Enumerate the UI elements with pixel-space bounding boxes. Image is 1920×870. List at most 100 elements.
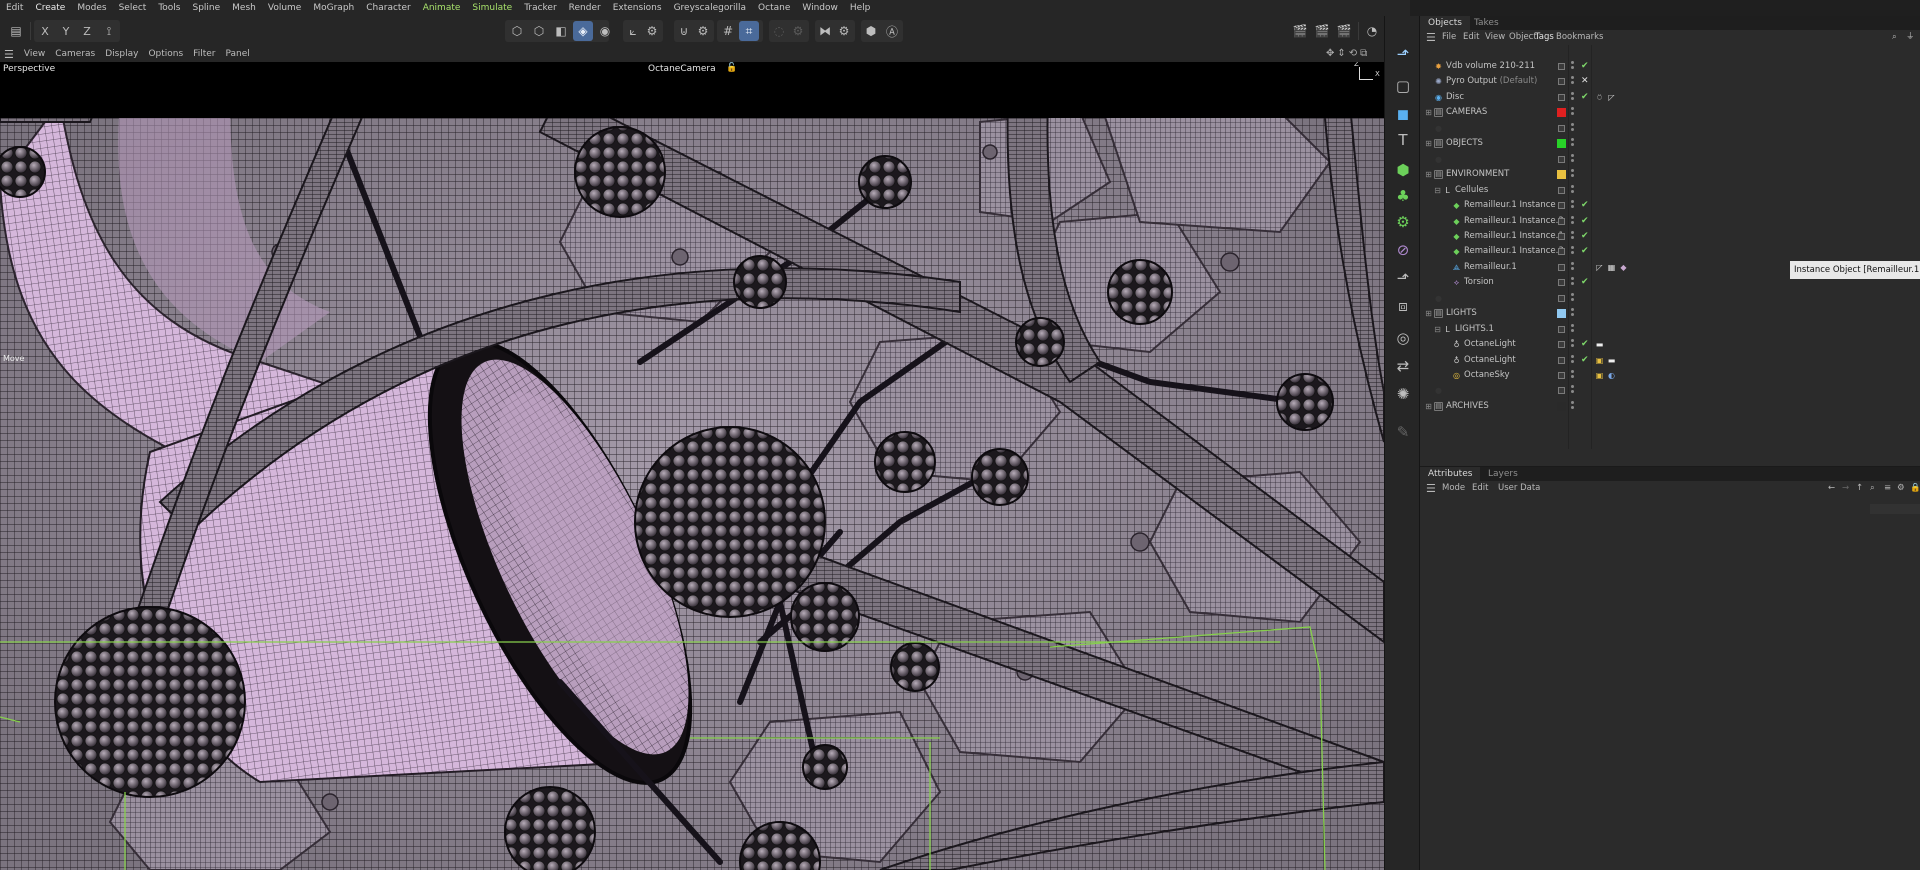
quantize-icon[interactable]: ⌗ <box>739 21 759 41</box>
object-name[interactable]: LIGHTS <box>1446 306 1477 321</box>
object-tag-icon[interactable]: ▬ <box>1595 340 1604 349</box>
menu-select[interactable]: Select <box>113 3 153 13</box>
octane-render-icon[interactable]: ⬢ <box>861 21 881 41</box>
object-name[interactable]: Disc <box>1446 90 1464 105</box>
environment-icon[interactable]: ◎ <box>1391 326 1415 350</box>
visibility-dots-icon[interactable] <box>1571 76 1575 87</box>
effector-icon[interactable]: ⚙ <box>1391 210 1415 234</box>
viewport-menu-filter[interactable]: Filter <box>188 49 220 59</box>
layout-icon[interactable]: ▤ <box>6 21 26 41</box>
menu-render[interactable]: Render <box>563 3 607 13</box>
interactive-render-icon[interactable]: ◔ <box>1362 21 1382 41</box>
object-row[interactable]: ♁ OctaneLight ✔ ▣ ▬ <box>1420 353 1920 369</box>
expand-toggle-icon[interactable]: ⊞ <box>1424 309 1433 318</box>
object-name[interactable]: OctaneLight <box>1464 353 1516 368</box>
layer-checkbox[interactable] <box>1558 93 1565 101</box>
object-tag-icon[interactable]: ▣ <box>1595 356 1604 365</box>
attributes-filter-icon[interactable]: ≡ <box>1884 481 1891 496</box>
layer-checkbox[interactable] <box>1558 356 1565 364</box>
viewport-menu-display[interactable]: Display <box>100 49 143 59</box>
viewport-nav-icons[interactable]: ✥⇕⟲⧉ <box>1326 48 1370 59</box>
enabled-check-icon[interactable]: ✔ <box>1581 198 1589 213</box>
octane-alt-icon[interactable]: Ⓐ <box>882 21 902 41</box>
object-row[interactable]: ♁ OctaneLight ✔ ▬ <box>1420 337 1920 353</box>
object-tag-icon[interactable]: ◸ <box>1595 263 1604 272</box>
layer-checkbox[interactable] <box>1558 78 1565 86</box>
attributes-lock-icon[interactable]: 🔒 <box>1910 481 1920 496</box>
cloner-icon[interactable]: ⬏ <box>1391 42 1415 66</box>
layer-checkbox[interactable] <box>1558 263 1565 271</box>
objects-menu-object[interactable]: Object <box>1509 30 1537 45</box>
viewport-menu-view[interactable]: View <box>19 49 50 59</box>
layer-checkbox[interactable] <box>1558 372 1565 379</box>
menu-mograph[interactable]: MoGraph <box>307 3 360 13</box>
menu-edit[interactable]: Edit <box>0 3 29 13</box>
brush-icon[interactable]: ✎ <box>1391 420 1415 444</box>
enabled-check-icon[interactable]: ✔ <box>1581 337 1589 352</box>
enabled-check-icon[interactable]: ✔ <box>1581 90 1589 105</box>
workplane-icon[interactable]: # <box>718 21 738 41</box>
object-name[interactable]: CAMERAS <box>1446 105 1487 120</box>
menu-window[interactable]: Window <box>796 3 844 13</box>
visibility-dots-icon[interactable] <box>1571 153 1575 165</box>
menu-create[interactable]: Create <box>29 3 71 13</box>
object-row[interactable]: ◉ Disc ✔ ⍥ ◸ <box>1420 90 1920 106</box>
menu-spline[interactable]: Spline <box>187 3 227 13</box>
object-name[interactable]: Remailleur.1 Instance.3 <box>1464 244 1564 259</box>
enabled-check-icon[interactable]: ✔ <box>1581 353 1589 368</box>
field-icon[interactable]: ⧈ <box>1391 294 1415 318</box>
objects-menu-bookmarks[interactable]: Bookmarks <box>1556 30 1604 45</box>
visibility-dots-icon[interactable] <box>1571 323 1575 335</box>
viewport-camera[interactable]: OctaneCamera <box>648 64 716 74</box>
axis-z-button[interactable]: Z <box>77 21 97 41</box>
objects-search-icon[interactable]: ⌕ <box>1892 30 1897 45</box>
visibility-dots-icon[interactable] <box>1571 107 1575 118</box>
objects-menu-view[interactable]: View <box>1485 30 1505 45</box>
menu-tracker[interactable]: Tracker <box>518 3 562 13</box>
object-tag-icon[interactable]: ◸ <box>1607 93 1616 102</box>
object-row[interactable]: ⊞ ▤ ENVIRONMENT <box>1420 167 1920 183</box>
layer-checkbox[interactable] <box>1558 341 1565 349</box>
texture-mode-icon[interactable]: ◉ <box>595 21 615 41</box>
menu-volume[interactable]: Volume <box>262 3 307 13</box>
model-mode-icon[interactable]: ◈ <box>573 21 593 41</box>
object-tag-icon[interactable]: ▣ <box>1595 371 1604 380</box>
layer-checkbox[interactable] <box>1558 232 1565 240</box>
expand-toggle-icon[interactable]: ⊞ <box>1424 170 1433 179</box>
object-name[interactable]: OctaneLight <box>1464 337 1516 352</box>
object-row[interactable]: ◆ Remailleur.1 Instance ✔ <box>1420 198 1920 214</box>
symmetry-settings-icon[interactable]: ⚙ <box>834 21 854 41</box>
visibility-dots-icon[interactable] <box>1571 122 1575 134</box>
expand-toggle-icon[interactable]: ⊞ <box>1424 108 1433 117</box>
object-tag-icon[interactable]: ⍥ <box>1595 93 1604 102</box>
mograph-icon[interactable]: ♣ <box>1391 184 1415 208</box>
layer-color-swatch[interactable] <box>1557 170 1566 180</box>
object-tag-icon[interactable]: ◆ <box>1619 263 1628 272</box>
visibility-dots-icon[interactable] <box>1571 184 1575 196</box>
object-row[interactable]: ◎ OctaneSky ▣ ◐ <box>1420 368 1920 384</box>
layer-color-swatch[interactable] <box>1557 108 1566 118</box>
object-row[interactable]: ◆ Remailleur.1 Instance.2 ✔ <box>1420 214 1920 230</box>
menu-character[interactable]: Character <box>360 3 416 13</box>
object-name[interactable]: ARCHIVES <box>1446 399 1489 414</box>
visibility-dots-icon[interactable] <box>1571 215 1575 227</box>
attributes-search-icon[interactable]: ⌕ <box>1870 481 1875 496</box>
object-name[interactable]: Cellules <box>1455 183 1488 198</box>
axis-settings-icon[interactable]: ⚙ <box>642 21 662 41</box>
menu-extensions[interactable]: Extensions <box>607 3 668 13</box>
enabled-check-icon[interactable]: ✔ <box>1581 229 1589 244</box>
axis-x-button[interactable]: X <box>35 21 55 41</box>
snap-icon[interactable]: ⊍ <box>674 21 694 41</box>
menu-modes[interactable]: Modes <box>71 3 112 13</box>
attributes-menu-edit[interactable]: Edit <box>1472 481 1488 496</box>
tab-objects[interactable]: Objects <box>1420 16 1471 30</box>
cube-icon[interactable]: ◼ <box>1391 102 1415 126</box>
axis-mode-icon[interactable]: ⟀ <box>623 21 643 41</box>
object-row[interactable]: ⊟ L Cellules <box>1420 183 1920 199</box>
layer-color-swatch[interactable] <box>1557 309 1566 319</box>
back-arrow-icon[interactable]: ← <box>1828 481 1835 496</box>
symmetry-icon[interactable]: ⧓ <box>815 21 835 41</box>
light-icon[interactable]: ✺ <box>1391 382 1415 406</box>
object-name[interactable]: LIGHTS.1 <box>1455 322 1494 337</box>
object-name[interactable]: Remailleur.1 <box>1464 260 1517 275</box>
